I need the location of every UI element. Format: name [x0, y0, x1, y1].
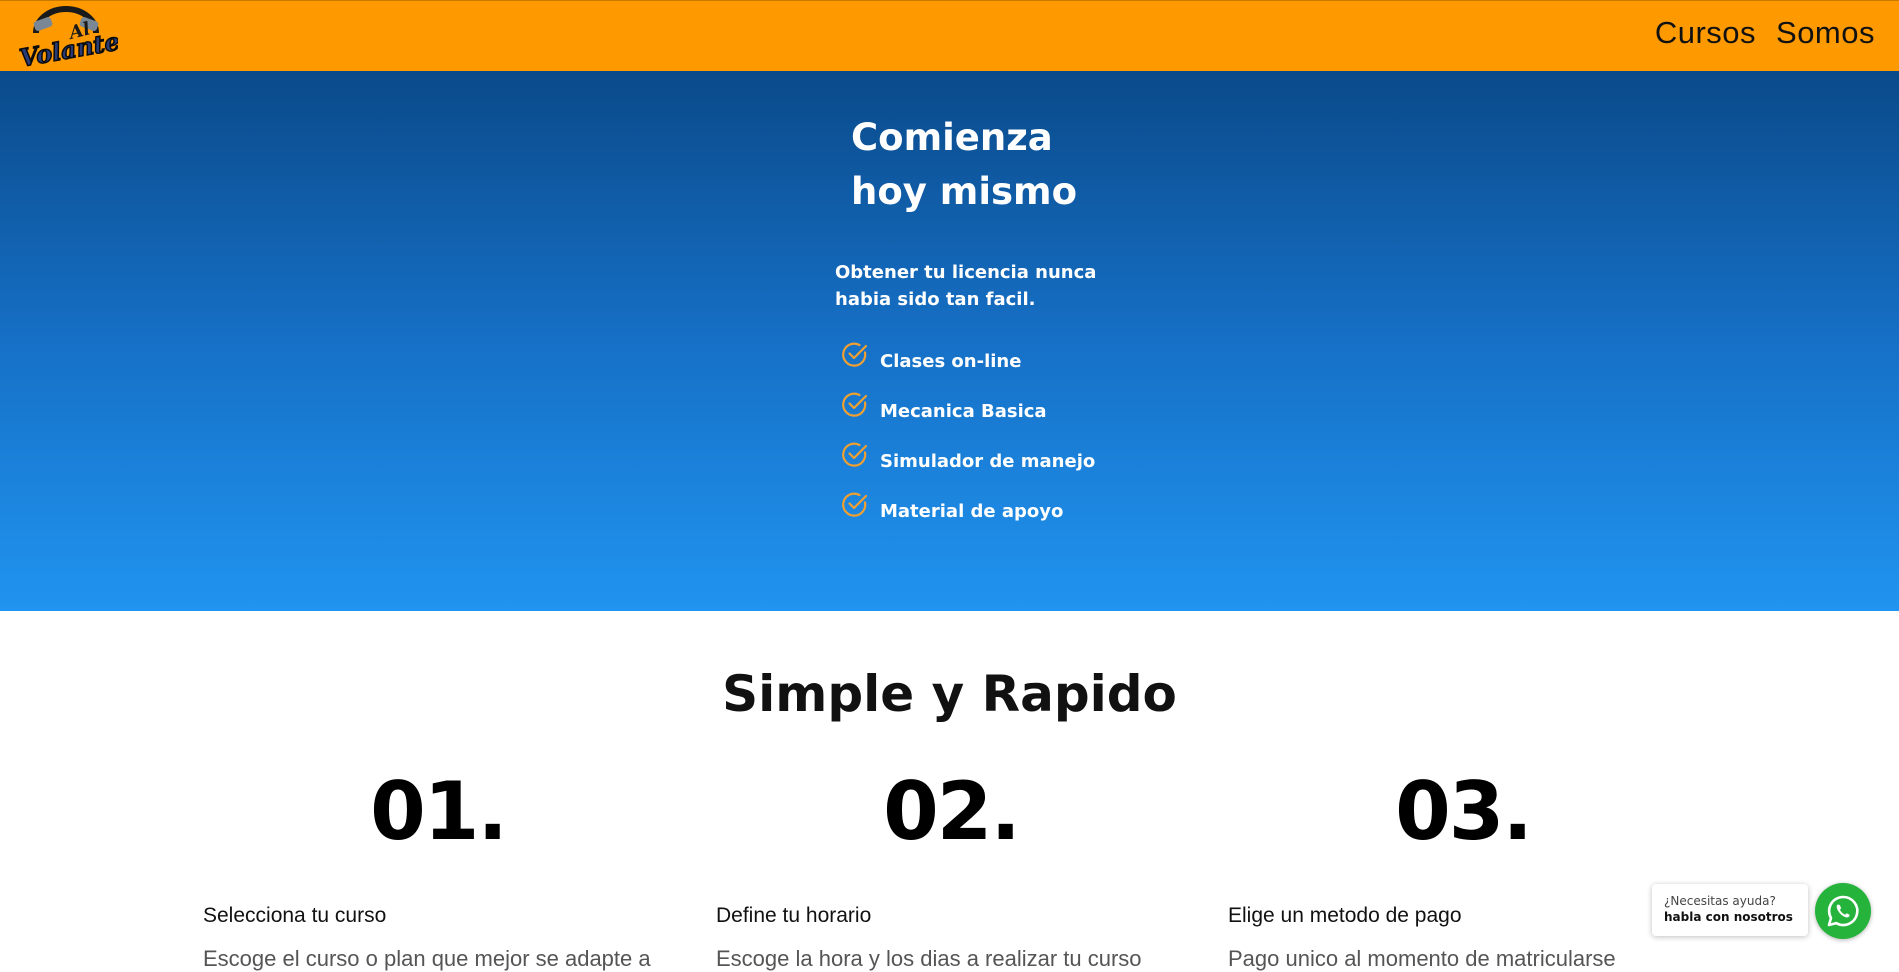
help-question: ¿Necesitas ayuda? — [1664, 894, 1776, 908]
step-card: 01. Selecciona tu curso Escoge el curso … — [203, 762, 673, 972]
step-title: Elige un metodo de pago — [1228, 904, 1462, 927]
step-card: 02. Define tu horario Escoge la hora y l… — [716, 762, 1186, 972]
svg-text:Volante: Volante — [17, 26, 118, 69]
hero-title-line1: Comienza — [851, 116, 1053, 159]
nav-link-somos[interactable]: Somos — [1776, 15, 1875, 51]
step-description: Pago unico al momento de matricularse — [1228, 946, 1616, 971]
al-volante-logo[interactable]: Al Volante — [14, 5, 123, 73]
step-number: 02. — [883, 765, 1021, 858]
section-title: Simple y Rapido — [722, 665, 1177, 723]
feature-label: Material de apoyo — [880, 501, 1064, 522]
hero-subtitle: Obtener tu licencia nunca habia sido tan… — [835, 262, 1097, 310]
feature-list: Clases on-line Mecanica Basica Simulador… — [840, 342, 1096, 543]
feature-item: Material de apoyo — [840, 492, 1095, 543]
check-circle-icon — [842, 492, 868, 517]
check-circle-icon — [842, 392, 868, 417]
help-bubble[interactable]: ¿Necesitas ayuda? habla con nosotros — [1652, 884, 1808, 936]
step-title: Selecciona tu curso — [203, 904, 387, 927]
step-description: Escoge la hora y los dias a realizar tu … — [716, 946, 1142, 971]
whatsapp-button[interactable] — [1815, 883, 1871, 939]
hero-section: Comienza hoy mismo Obtener tu licencia n… — [0, 71, 1899, 611]
feature-item: Mecanica Basica — [840, 392, 1095, 443]
step-title: Define tu horario — [716, 904, 872, 927]
step-description: Escoge el curso o plan que mejor se adap… — [203, 946, 651, 971]
feature-item: Clases on-line — [840, 342, 1095, 393]
hero-title: Comienza hoy mismo — [851, 111, 1151, 219]
step-card: 03. Elige un metodo de pago Pago unico a… — [1228, 762, 1698, 972]
whatsapp-icon — [1827, 895, 1859, 927]
help-cta: habla con nosotros — [1664, 910, 1793, 924]
check-circle-icon — [842, 342, 868, 367]
feature-item: Simulador de manejo — [840, 442, 1096, 493]
feature-label: Mecanica Basica — [880, 401, 1047, 422]
hero-title-line2: hoy mismo — [851, 170, 1077, 213]
step-number: 01. — [370, 765, 508, 858]
step-number: 03. — [1395, 765, 1533, 858]
feature-label: Simulador de manejo — [880, 451, 1096, 472]
nav-link-cursos[interactable]: Cursos — [1655, 15, 1756, 51]
top-navbar: Al Volante Cursos Somos — [0, 0, 1899, 73]
main-nav: Cursos Somos — [1655, 15, 1875, 51]
feature-label: Clases on-line — [880, 351, 1022, 372]
check-circle-icon — [842, 442, 868, 467]
